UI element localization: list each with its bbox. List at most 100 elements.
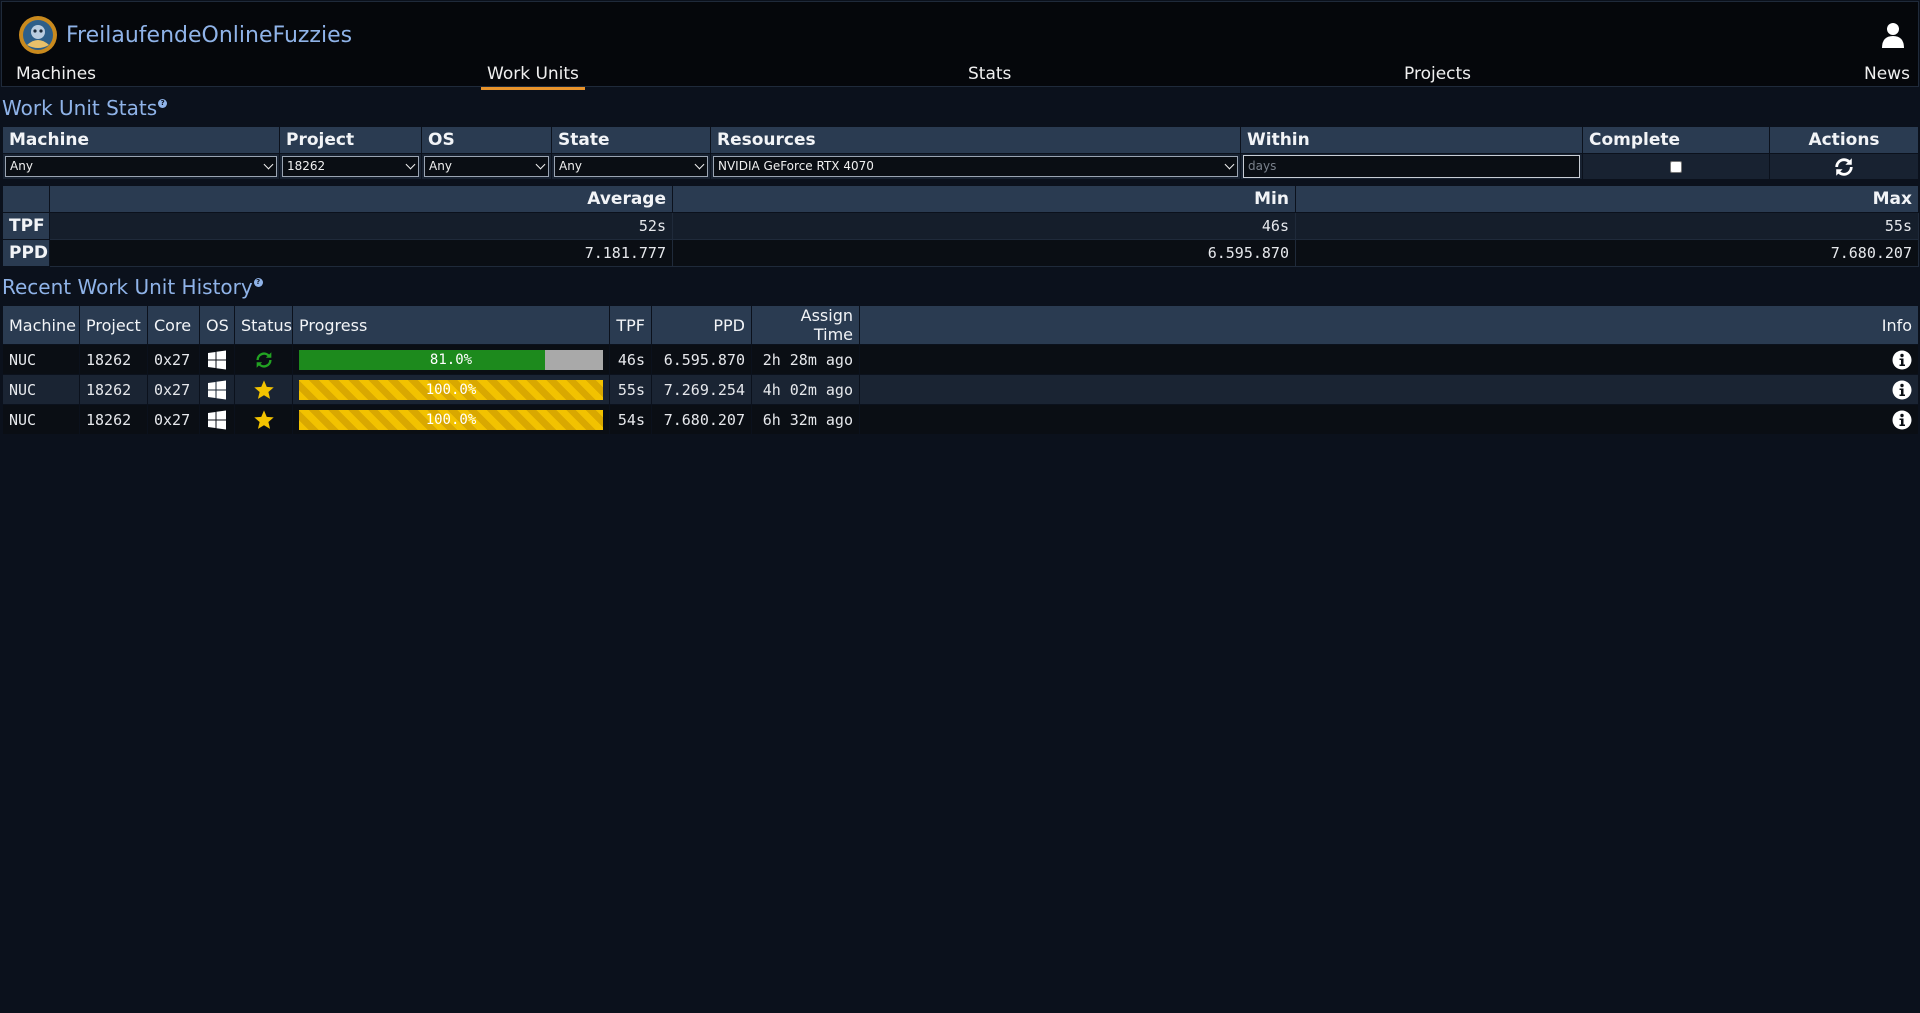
nav-projects[interactable]: Projects	[1404, 64, 1471, 84]
os-select[interactable]: Any	[424, 156, 549, 177]
tpf-max: 55s	[1295, 212, 1919, 240]
state-select[interactable]: Any	[554, 156, 708, 177]
ppd-max: 7.680.207	[1295, 239, 1919, 267]
history-header-os[interactable]: OS	[199, 305, 235, 345]
row-status	[234, 374, 293, 405]
progress-label: 81.0%	[429, 351, 473, 368]
row-assign-time: 4h 02m ago	[751, 374, 860, 405]
table-row[interactable]: NUC 18262 0x27 81.0% 46s 6.595.870 2h 28m ago	[2, 344, 1919, 375]
nav-machines[interactable]: Machines	[16, 64, 96, 84]
help-icon[interactable]: ?	[158, 99, 168, 108]
history-header-ppd[interactable]: PPD	[651, 305, 752, 345]
chevron-down-icon	[1224, 159, 1235, 170]
row-ppd: 6.595.870	[651, 344, 752, 375]
resources-select-value: NVIDIA GeForce RTX 4070	[718, 159, 874, 173]
os-select-value: Any	[429, 159, 452, 173]
project-select-value: 18262	[287, 159, 326, 173]
filter-cell-actions	[1769, 153, 1919, 180]
windows-icon	[208, 380, 226, 399]
user-icon[interactable]	[1882, 22, 1904, 48]
row-project[interactable]: 18262	[79, 404, 148, 435]
work-unit-stats-title: Work Unit Stats?	[2, 96, 168, 120]
filter-cell-state: Any	[551, 153, 711, 180]
row-project[interactable]: 18262	[79, 344, 148, 375]
row-project[interactable]: 18262	[79, 374, 148, 405]
row-assign-time: 6h 32m ago	[751, 404, 860, 435]
summary-row-label: PPD	[2, 239, 50, 267]
row-info	[859, 404, 1919, 435]
nav-work-units[interactable]: Work Units	[481, 64, 585, 90]
running-refresh-icon	[255, 351, 272, 368]
star-icon	[253, 379, 274, 399]
history-header-status[interactable]: Status	[234, 305, 293, 345]
row-assign-time: 2h 28m ago	[751, 344, 860, 375]
row-machine: NUC	[2, 374, 80, 405]
star-icon	[253, 409, 274, 429]
history-header-project[interactable]: Project	[79, 305, 148, 345]
filter-table: Machine Project OS State Resources Withi…	[2, 126, 1919, 180]
history-header-machine[interactable]: Machine	[2, 305, 80, 345]
row-core: 0x27	[147, 404, 200, 435]
row-ppd: 7.269.254	[651, 374, 752, 405]
help-icon[interactable]: ?	[253, 278, 263, 287]
windows-icon	[208, 350, 226, 369]
resources-select[interactable]: NVIDIA GeForce RTX 4070	[713, 156, 1238, 177]
info-icon[interactable]	[1892, 410, 1912, 430]
summary-row-label: TPF	[2, 212, 50, 240]
complete-checkbox[interactable]	[1670, 160, 1682, 173]
tpf-min: 46s	[672, 212, 1296, 240]
filter-cell-project: 18262	[279, 153, 422, 180]
table-row[interactable]: NUC 18262 0x27 100.0% 54s 7.680.207 6h 32m ago	[2, 404, 1919, 435]
history-table: Machine Project Core OS Status Progress …	[2, 305, 1919, 435]
project-select[interactable]: 18262	[282, 156, 419, 177]
chevron-down-icon	[694, 159, 705, 170]
nav-news[interactable]: News	[1864, 64, 1910, 84]
navbar: FreilaufendeOnlineFuzzies Machines Work …	[1, 1, 1919, 90]
nav-stats[interactable]: Stats	[968, 64, 1011, 84]
refresh-icon[interactable]	[1833, 156, 1855, 178]
tpf-average: 52s	[49, 212, 673, 240]
progress-bar: 100.0%	[299, 409, 603, 430]
row-status	[234, 344, 293, 375]
filter-cell-os: Any	[421, 153, 552, 180]
filter-header-resources: Resources	[710, 126, 1241, 154]
row-machine: NUC	[2, 404, 80, 435]
row-core: 0x27	[147, 374, 200, 405]
ppd-min: 6.595.870	[672, 239, 1296, 267]
table-row[interactable]: NUC 18262 0x27 100.0% 55s 7.269.254 4h 02m ago	[2, 374, 1919, 405]
state-select-value: Any	[559, 159, 582, 173]
row-info	[859, 374, 1919, 405]
summary-header-average: Average	[49, 185, 673, 213]
progress-label: 100.0%	[425, 381, 477, 398]
filter-cell-machine: Any	[2, 153, 280, 180]
filter-input-row: Any 18262 Any Any NVIDIA GeForce RTX 407…	[2, 153, 1919, 180]
row-ppd: 7.680.207	[651, 404, 752, 435]
chevron-down-icon	[263, 159, 274, 170]
info-icon[interactable]	[1892, 380, 1912, 400]
history-header-core[interactable]: Core	[147, 305, 200, 345]
brand[interactable]: FreilaufendeOnlineFuzzies	[18, 15, 352, 55]
chevron-down-icon	[405, 159, 416, 170]
history-header-row: Machine Project Core OS Status Progress …	[2, 305, 1919, 345]
machine-select-value: Any	[10, 159, 33, 173]
history-header-info: Info	[859, 305, 1919, 345]
recent-history-title: Recent Work Unit History?	[2, 275, 263, 299]
filter-header-complete: Complete	[1582, 126, 1770, 154]
row-tpf: 54s	[609, 404, 652, 435]
filter-header-project: Project	[279, 126, 422, 154]
machine-select[interactable]: Any	[5, 156, 277, 177]
filter-cell-within: days	[1240, 153, 1583, 180]
summary-header-row: Average Min Max	[2, 185, 1919, 213]
history-header-assign-time[interactable]: Assign Time	[751, 305, 860, 345]
row-status	[234, 404, 293, 435]
filter-header-os: OS	[421, 126, 552, 154]
row-progress: 81.0%	[292, 344, 610, 375]
filter-header-state: State	[551, 126, 711, 154]
info-icon[interactable]	[1892, 350, 1912, 370]
section-title-text: Work Unit Stats	[2, 96, 158, 120]
within-days-input[interactable]: days	[1243, 155, 1580, 178]
row-os	[199, 374, 235, 405]
history-header-progress[interactable]: Progress	[292, 305, 610, 345]
history-header-tpf[interactable]: TPF	[609, 305, 652, 345]
filter-header-within: Within	[1240, 126, 1583, 154]
